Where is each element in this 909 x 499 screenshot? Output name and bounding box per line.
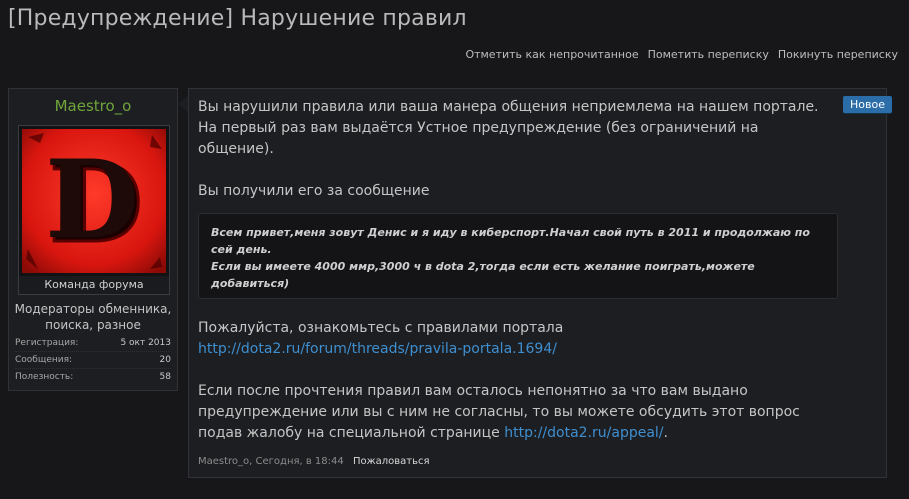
quote-text: Если вы имеете 4000 ммр,3000 ч в dota 2,…: [211, 260, 755, 290]
avatar[interactable]: D D: [22, 129, 166, 273]
quote-text: Всем привет,меня зовут Денис и я иду в к…: [211, 226, 810, 256]
stat-label: Полезность:: [15, 372, 74, 382]
message-paragraph: Вы нарушили правила или ваша манера обще…: [198, 99, 819, 157]
message-container: Новое Вы нарушили правила или ваша манер…: [188, 88, 892, 478]
message-text: .: [663, 425, 668, 441]
message-meta[interactable]: Maestro_o, Сегодня, в 18:44: [198, 456, 344, 467]
stat-label: Сообщения:: [15, 355, 73, 365]
dota-logo-icon: D D: [22, 129, 166, 273]
stat-value: 5 окт 2013: [120, 338, 171, 348]
user-title: Модераторы обменника, поиска, разное: [14, 302, 172, 332]
user-group-caption: Команда форума: [19, 276, 169, 294]
stat-value: 58: [159, 372, 171, 382]
avatar-frame: D D Команда форума: [18, 125, 170, 295]
rules-link[interactable]: http://dota2.ru/forum/threads/pravila-po…: [198, 341, 557, 357]
stat-row-usefulness: Полезность: 58: [15, 369, 171, 386]
message-paragraph: Пожалуйста, ознакомьтесь с правилами пор…: [198, 320, 564, 336]
message-footer: Maestro_o, Сегодня, в 18:44 Пожаловаться: [198, 456, 429, 467]
flag-conversation-link[interactable]: Пометить переписку: [648, 48, 769, 61]
report-link[interactable]: Пожаловаться: [353, 456, 430, 467]
mark-unread-link[interactable]: Отметить как непрочитанное: [465, 48, 638, 61]
quoted-message: Всем привет,меня зовут Денис и я иду в к…: [198, 213, 838, 299]
message-body: Вы нарушили правила или ваша манера обще…: [198, 97, 838, 444]
stat-label: Регистрация:: [15, 338, 79, 348]
stat-row-messages: Сообщения: 20: [15, 352, 171, 369]
username-link[interactable]: Maestro_o: [9, 97, 177, 115]
stat-row-registration: Регистрация: 5 окт 2013: [15, 335, 171, 352]
page-title: [Предупреждение] Нарушение правил: [8, 6, 467, 31]
appeal-link[interactable]: http://dota2.ru/appeal/: [504, 425, 663, 441]
new-badge: Новое: [843, 96, 892, 113]
message-text: Если после прочтения правил вам осталось…: [198, 383, 800, 441]
conversation-actions: Отметить как непрочитанное Пометить пере…: [465, 48, 898, 61]
svg-text:D: D: [45, 137, 139, 263]
user-stats: Регистрация: 5 окт 2013 Сообщения: 20 По…: [15, 335, 171, 386]
user-panel: Maestro_o D D Команда форума Модераторы …: [8, 88, 178, 391]
leave-conversation-link[interactable]: Покинуть переписку: [778, 48, 898, 61]
message-paragraph: Если после прочтения правил вам осталось…: [198, 381, 838, 444]
stat-value[interactable]: 20: [160, 352, 171, 368]
message-paragraph: Вы получили его за сообщение: [198, 183, 430, 199]
